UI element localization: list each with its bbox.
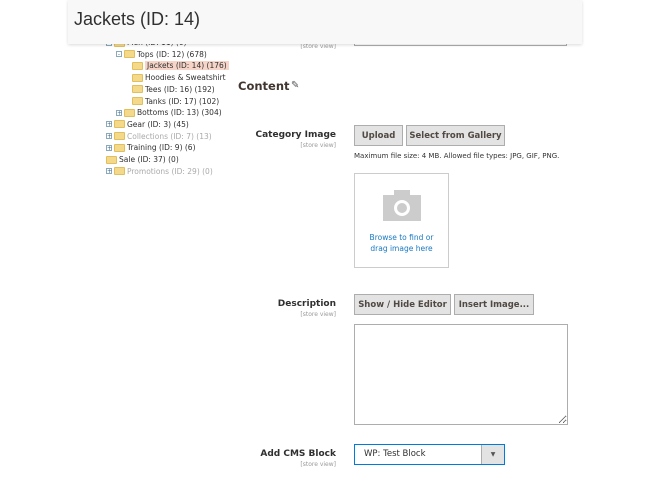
folder-icon <box>114 167 125 176</box>
description-textarea[interactable] <box>354 324 568 425</box>
tree-node-label: Gear (ID: 3) (45) <box>127 119 189 129</box>
collapse-icon[interactable]: - <box>116 51 122 58</box>
folder-icon <box>132 73 143 82</box>
tree-node[interactable]: Hoodies & Sweatshirt <box>132 72 226 83</box>
tree-node-label: Promotions (ID: 29) (0) <box>127 166 213 176</box>
section-title: Content <box>238 79 290 93</box>
tree-node[interactable]: Tanks (ID: 17) (102) <box>132 96 219 107</box>
folder-icon <box>114 120 125 129</box>
tree-node-label: Tees (ID: 16) (192) <box>145 84 215 94</box>
folder-icon <box>106 155 117 164</box>
folder-icon <box>132 85 143 94</box>
tree-node[interactable]: + Bottoms (ID: 13) (304) <box>116 107 222 118</box>
tree-node-label: Training (ID: 9) (6) <box>127 143 196 153</box>
tree-node[interactable]: + Gear (ID: 3) (45) <box>106 119 189 130</box>
expand-icon[interactable]: + <box>106 121 112 128</box>
tree-node[interactable]: + Promotions (ID: 29) (0) <box>106 166 213 177</box>
tree-node[interactable]: - Tops (ID: 12) (678) <box>116 49 207 60</box>
image-dropzone[interactable]: Browse to find or drag image here <box>354 173 449 268</box>
expand-icon[interactable]: + <box>116 109 122 116</box>
chevron-down-icon[interactable]: ▼ <box>481 445 504 464</box>
tree-node-label: Tops (ID: 12) (678) <box>137 49 207 59</box>
tree-node-label: Sale (ID: 37) (0) <box>119 155 179 164</box>
expand-icon[interactable]: + <box>106 144 112 151</box>
camera-icon <box>383 190 421 221</box>
store-view-scope: [store view] <box>300 142 336 149</box>
insert-image-button[interactable]: Insert Image... <box>454 294 534 315</box>
category-image-label: Category Image <box>255 130 337 140</box>
dropzone-text: drag image here <box>370 244 433 253</box>
expand-icon[interactable]: + <box>106 133 112 140</box>
store-view-scope: [store view] <box>300 461 336 468</box>
description-label: Description <box>277 299 336 309</box>
store-view-scope: [store view] <box>300 311 336 318</box>
cms-block-selected: WP: Test Block <box>364 449 426 459</box>
tree-node-label: Bottoms (ID: 13) (304) <box>137 108 222 118</box>
tree-node-label: Hoodies & Sweatshirt <box>145 73 226 83</box>
tree-node[interactable]: Jackets (ID: 14) (176) <box>132 60 229 71</box>
show-hide-editor-button[interactable]: Show / Hide Editor <box>354 294 451 315</box>
folder-icon <box>114 132 125 141</box>
dropzone-text: Browse to find or <box>369 233 434 242</box>
file-note: Maximum file size: 4 MB. Allowed file ty… <box>354 152 560 160</box>
expand-icon[interactable]: + <box>106 168 112 175</box>
tree-node[interactable]: Tees (ID: 16) (192) <box>132 84 215 95</box>
tree-node-label: Jackets (ID: 14) (176) <box>145 61 229 71</box>
folder-icon <box>132 61 143 70</box>
folder-icon <box>132 97 143 105</box>
tree-node[interactable]: Sale (ID: 37) (0) <box>106 154 179 165</box>
folder-icon <box>124 108 135 117</box>
tree-node-label: Collections (ID: 7) (13) <box>127 131 212 141</box>
upload-button[interactable]: Upload <box>354 125 403 146</box>
tree-node[interactable]: + Collections (ID: 7) (13) <box>106 131 212 142</box>
tree-node-label: Tanks (ID: 17) (102) <box>145 96 220 106</box>
page-header: Jackets (ID: 14) <box>68 0 582 44</box>
edit-pencil-icon[interactable]: ✎ <box>291 80 299 91</box>
cms-block-label: Add CMS Block <box>260 449 336 459</box>
store-view-scope: [store view] <box>300 43 336 50</box>
page-title: Jackets (ID: 14) <box>74 9 201 29</box>
folder-icon <box>124 50 135 59</box>
tree-node[interactable]: + Training (ID: 9) (6) <box>106 142 196 153</box>
cms-block-select[interactable]: WP: Test Block ▼ <box>354 444 505 465</box>
folder-icon <box>114 143 125 152</box>
select-from-gallery-button[interactable]: Select from Gallery <box>406 125 505 146</box>
